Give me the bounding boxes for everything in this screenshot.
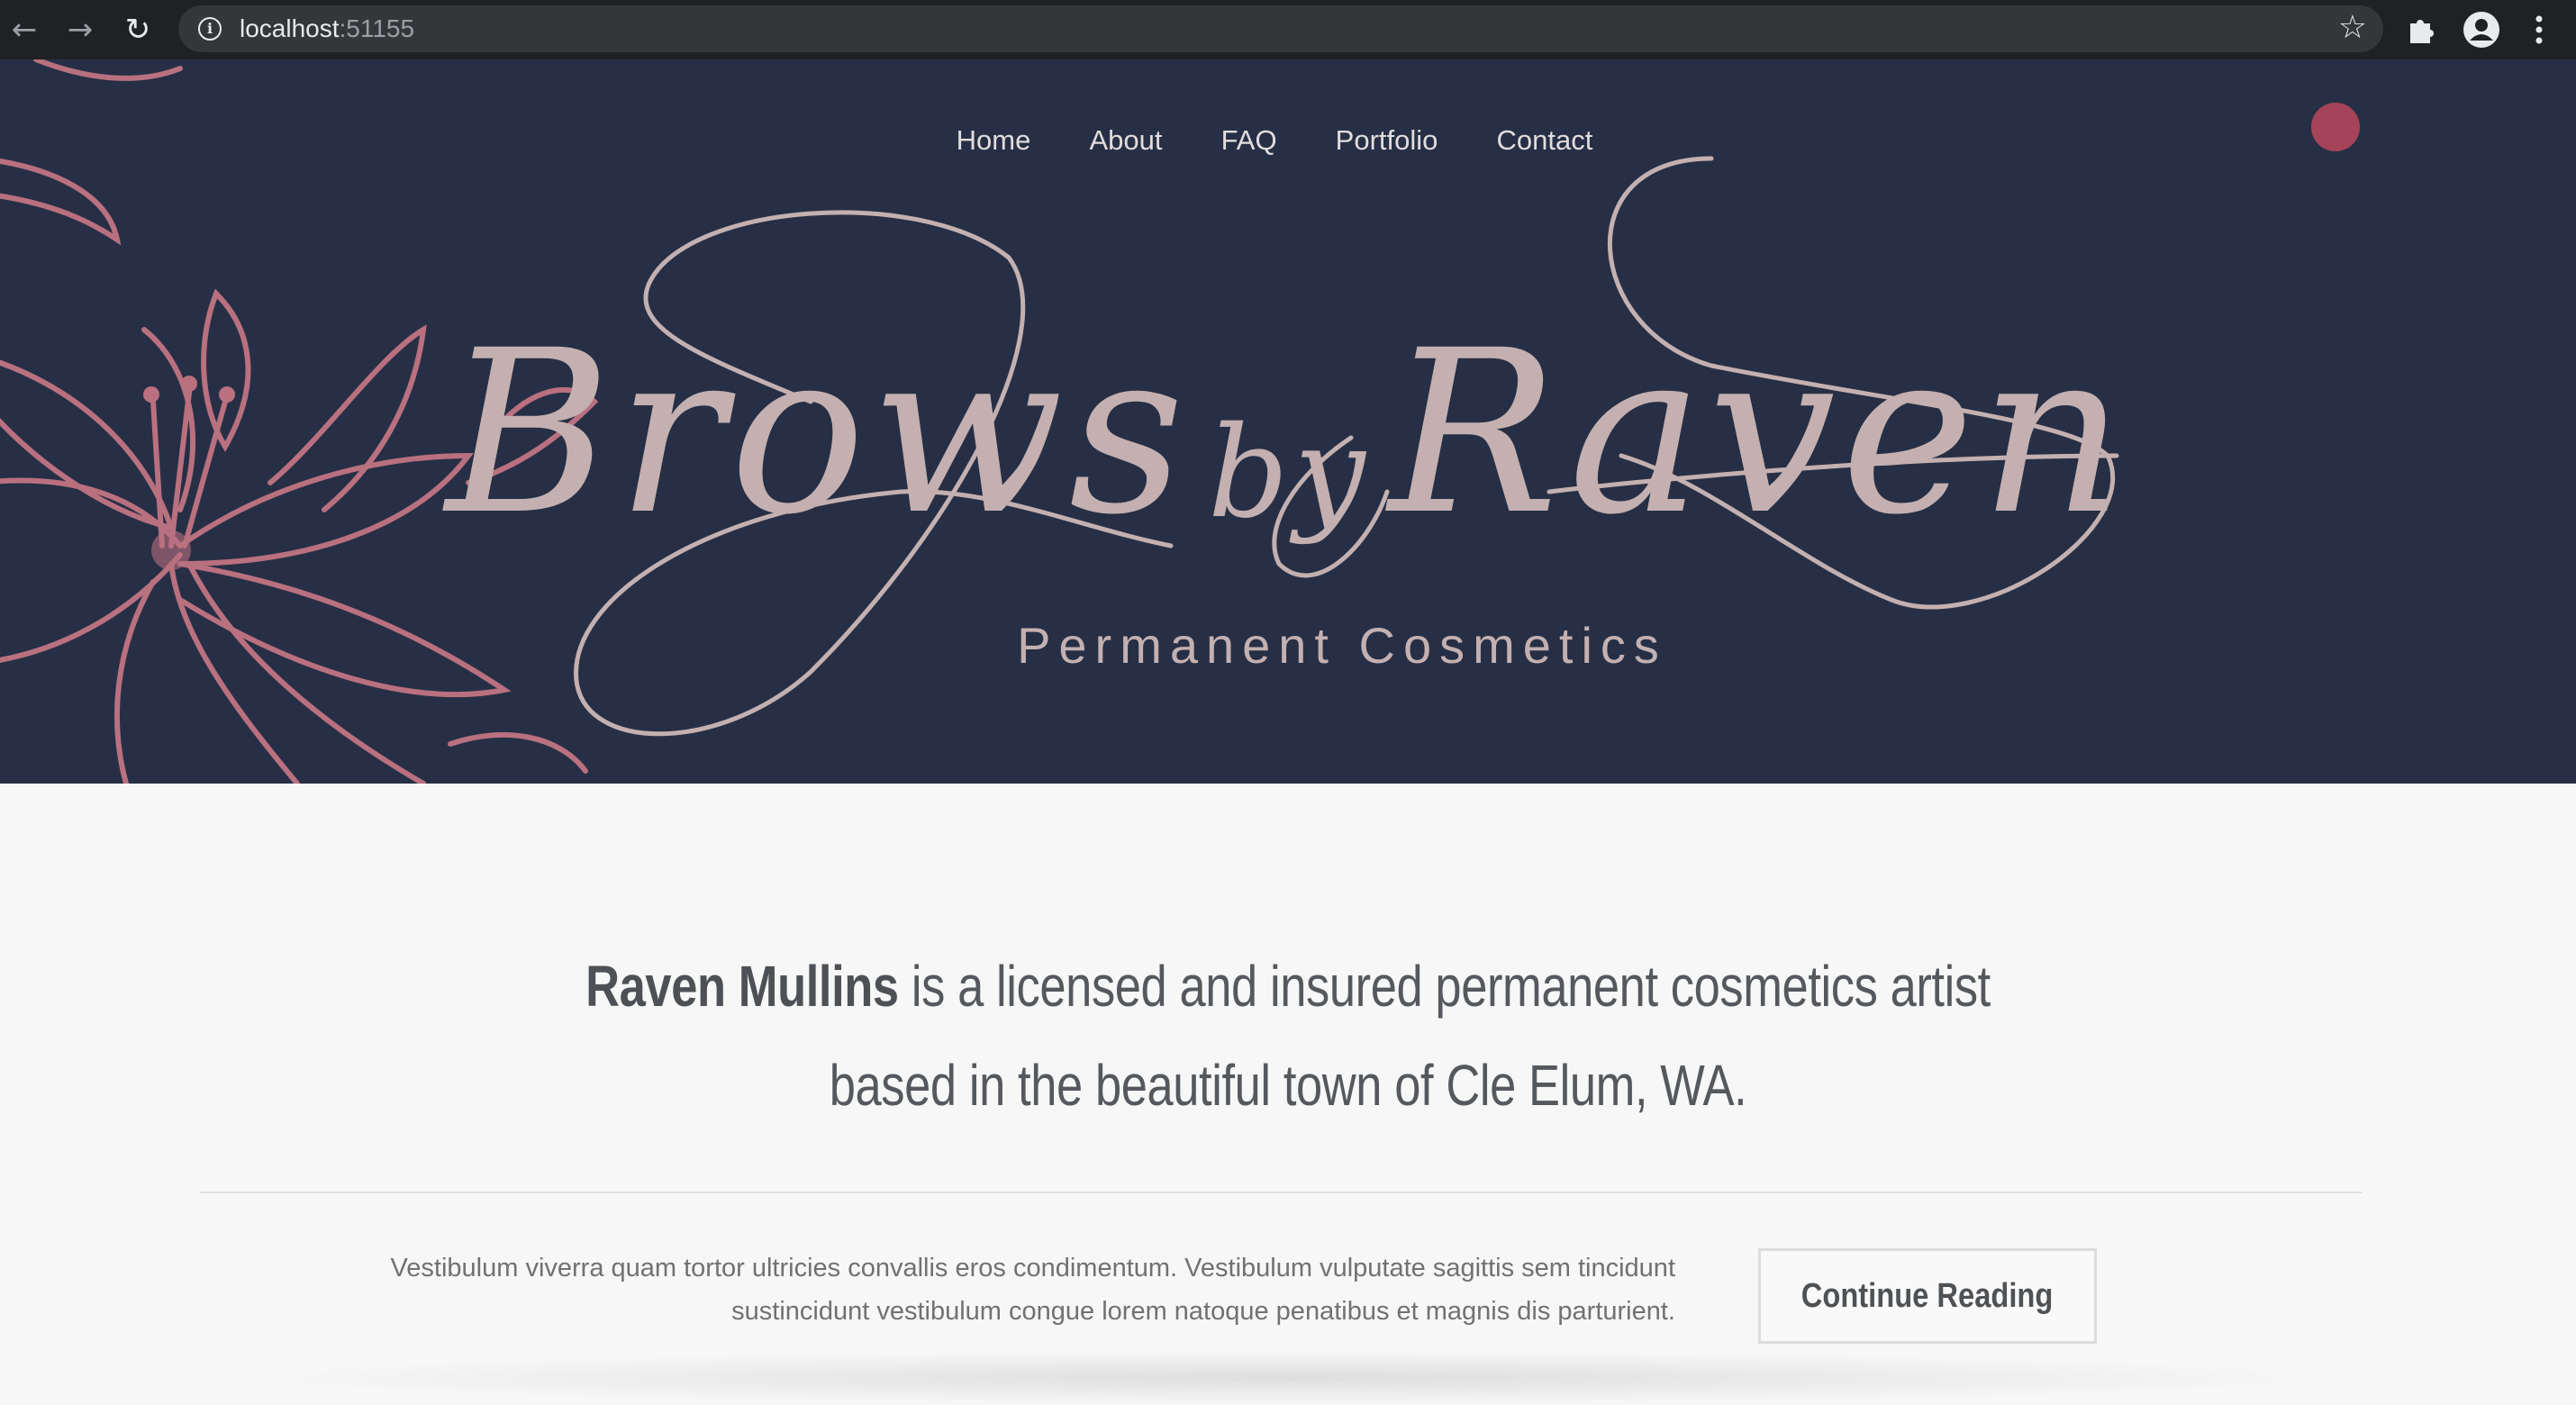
back-arrow-icon[interactable]: ← [4,9,45,50]
continue-reading-button[interactable]: Continue Reading [1758,1248,2097,1344]
site-navigation: Home About FAQ Portfolio Contact [0,124,2576,157]
brand-word-raven: Raven [1388,302,2130,564]
nav-home[interactable]: Home [957,124,1031,157]
profile-icon[interactable] [2461,9,2502,50]
nav-about[interactable]: About [1089,124,1162,157]
intro-line2: based in the beautiful town of Cle Elum,… [829,1053,1747,1118]
continue-reading-label: Continue Reading [1801,1276,2054,1315]
browser-toolbar: ← → ↻ i localhost:51155 ☆ [0,0,2576,59]
artist-name: Raven Mullins [585,954,899,1019]
reload-icon[interactable]: ↻ [117,9,159,50]
url-text[interactable]: localhost:51155 [240,14,414,43]
brand-logo: Brows by Raven [0,190,2576,676]
intro-statement: Raven Mullins is a licensed and insured … [483,937,2093,1135]
info-icon[interactable]: i [198,17,222,41]
nav-contact[interactable]: Contact [1497,124,1593,157]
star-icon[interactable]: ☆ [2338,9,2367,46]
excerpt-text: Vestibulum viverra quam tortor ultricies… [390,1254,1675,1326]
nav-faq[interactable]: FAQ [1221,124,1277,157]
address-bar[interactable]: i localhost:51155 ☆ [178,5,2383,52]
brand-tagline: Permanent Cosmetics [1017,617,1667,674]
divider [200,1192,2362,1193]
brand-word-brows: Brows [446,302,1191,564]
extensions-puzzle-icon[interactable] [2399,9,2441,50]
menu-kebab-icon[interactable] [2518,9,2560,50]
section-shadow [234,1351,2342,1405]
forward-arrow-icon[interactable]: → [59,9,101,50]
intro-line1: is a licensed and insured permanent cosm… [898,954,1991,1019]
hero-banner: Brows by Raven Permanent Cosmetics Home … [0,59,2576,784]
nav-portfolio[interactable]: Portfolio [1336,124,1438,157]
decorative-dot [2311,103,2360,151]
brand-word-by: by [1208,400,1371,547]
